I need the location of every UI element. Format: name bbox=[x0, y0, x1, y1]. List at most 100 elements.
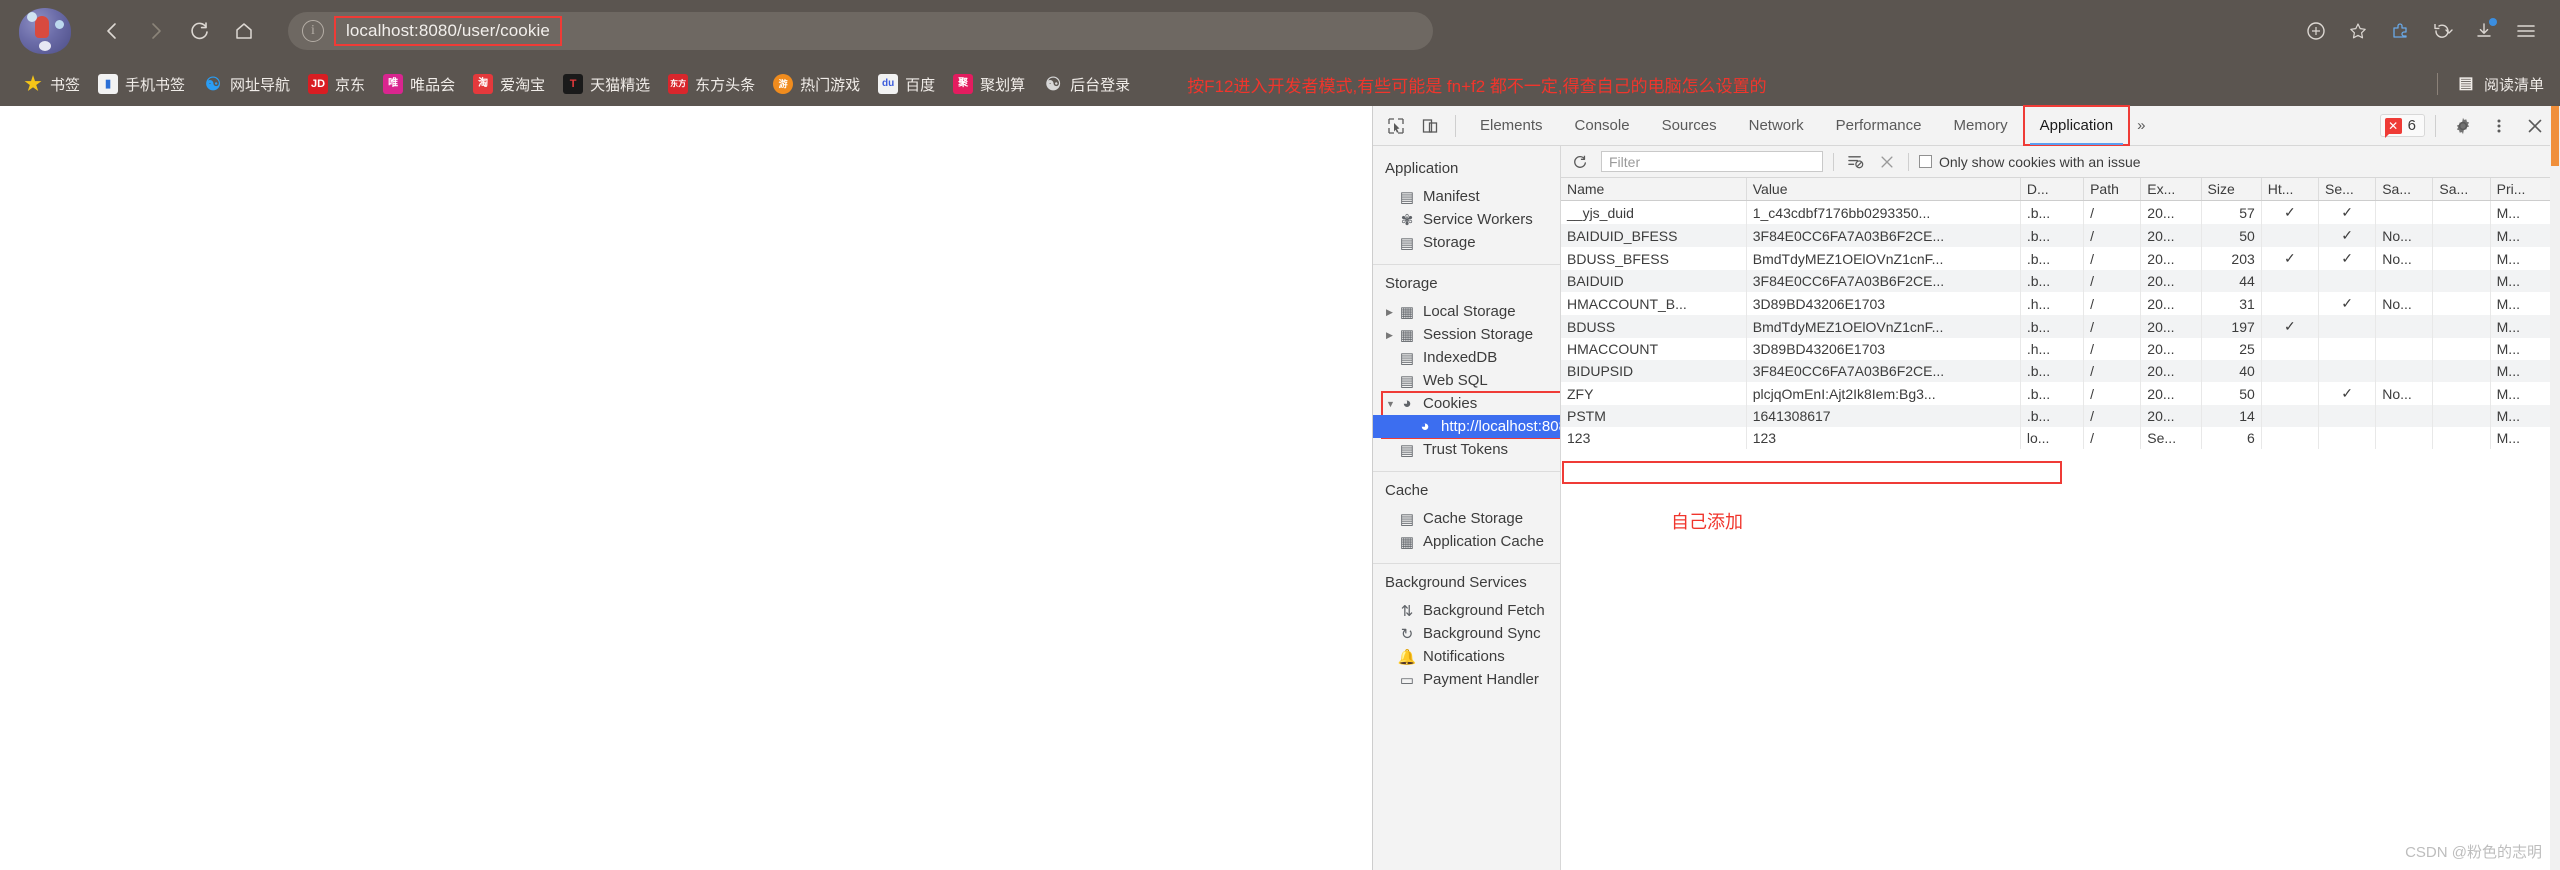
bookmark-item[interactable]: ☯ 后台登录 bbox=[1034, 67, 1139, 101]
device-toolbar-icon[interactable] bbox=[1413, 109, 1447, 143]
sidebar-item-background-sync[interactable]: ↻ Background Sync bbox=[1373, 622, 1560, 645]
tab-application[interactable]: Application bbox=[2022, 105, 2131, 146]
cell-value: BmdTdyMEZ1OElOVnZ1cnF... bbox=[1746, 247, 2021, 270]
downloads-icon[interactable] bbox=[2464, 11, 2504, 51]
tab-console[interactable]: Console bbox=[1559, 106, 1646, 145]
cell-path: / bbox=[2083, 224, 2142, 247]
refresh-icon[interactable] bbox=[1569, 151, 1591, 173]
error-count-badge[interactable]: ✕ 6 bbox=[2379, 114, 2425, 138]
bookmark-item[interactable]: 游 热门游戏 bbox=[764, 67, 869, 101]
sidebar-section-application: Application bbox=[1385, 160, 1459, 177]
cell-expires: 20... bbox=[2140, 270, 2202, 292]
sidebar-item-web-sql[interactable]: ▤ Web SQL bbox=[1373, 369, 1560, 392]
back-button[interactable] bbox=[90, 9, 134, 53]
devtools-scrollbar[interactable] bbox=[2550, 106, 2560, 870]
bookmark-item[interactable]: JD 京东 bbox=[299, 67, 374, 101]
filter-placeholder: Filter bbox=[1609, 153, 1641, 170]
share-icon[interactable] bbox=[2296, 11, 2336, 51]
cell-domain: .b... bbox=[2020, 270, 2085, 292]
tab-memory[interactable]: Memory bbox=[1938, 106, 2024, 145]
bookmark-item[interactable]: ★ 书签 bbox=[14, 67, 89, 101]
sidebar-item-notifications[interactable]: 🔔 Notifications bbox=[1373, 645, 1560, 668]
devtools-menu-icon[interactable] bbox=[2482, 109, 2516, 143]
bookmark-item[interactable]: 聚 聚划算 bbox=[944, 67, 1034, 101]
cookies-table-wrapper[interactable]: Name Value D... Path Ex... Size Ht... Se… bbox=[1561, 178, 2560, 870]
undo-history-icon[interactable] bbox=[2422, 11, 2462, 51]
table-row[interactable]: BDUSS BmdTdyMEZ1OElOVnZ1cnF... .b.../20...… bbox=[1561, 315, 2560, 338]
bookmark-item[interactable]: du 百度 bbox=[869, 67, 944, 101]
clear-filter-icon[interactable] bbox=[1844, 151, 1866, 173]
home-button[interactable] bbox=[222, 9, 266, 53]
extensions-icon[interactable] bbox=[2380, 11, 2420, 51]
tab-elements[interactable]: Elements bbox=[1464, 106, 1559, 145]
column-header-samesite[interactable]: Sa... bbox=[2375, 178, 2434, 201]
tab-performance[interactable]: Performance bbox=[1820, 106, 1938, 145]
database-icon: ▤ bbox=[1399, 372, 1415, 390]
address-bar[interactable]: i localhost:8080/user/cookie bbox=[288, 12, 1433, 50]
column-header-domain[interactable]: D... bbox=[2020, 178, 2085, 201]
cell-domain: .b... bbox=[2020, 247, 2085, 270]
table-row[interactable]: 123 123 lo... / Se... 6 M... bbox=[1561, 427, 2560, 449]
sidebar-item-local-storage[interactable]: ▶ ▦ Local Storage bbox=[1373, 300, 1560, 323]
column-header-path[interactable]: Path bbox=[2083, 178, 2142, 201]
sidebar-item-cookies[interactable]: ▼ ◕ Cookies bbox=[1373, 392, 1560, 415]
table-row[interactable]: BAIDUID_BFESS 3F84E0CC6FA7A03B6F2CE... .b.… bbox=[1561, 224, 2560, 247]
only-show-issues-checkbox[interactable]: Only show cookies with an issue bbox=[1919, 154, 2141, 170]
column-header-size[interactable]: Size bbox=[2201, 178, 2262, 201]
chevron-down-icon[interactable]: ▼ bbox=[1386, 399, 1396, 409]
chevron-right-icon[interactable]: ▶ bbox=[1386, 330, 1396, 340]
bookmark-item[interactable]: 东方 东方头条 bbox=[659, 67, 764, 101]
chevron-right-icon[interactable]: ▶ bbox=[1386, 307, 1396, 317]
bookmark-star-icon[interactable] bbox=[2338, 11, 2378, 51]
settings-gear-icon[interactable] bbox=[2446, 109, 2480, 143]
bookmark-item[interactable]: ☯ 网址导航 bbox=[194, 67, 299, 101]
bookmark-item[interactable]: ▮ 手机书签 bbox=[89, 67, 194, 101]
cell-size: 50 bbox=[2201, 382, 2262, 405]
table-row[interactable]: HMACCOUNT_B... 3D89BD43206E1703 .h.../20..… bbox=[1561, 292, 2560, 315]
column-header-value[interactable]: Value bbox=[1746, 178, 2021, 201]
tab-sources[interactable]: Sources bbox=[1646, 106, 1733, 145]
table-row[interactable]: BDUSS_BFESS BmdTdyMEZ1OElOVnZ1cnF... .b...… bbox=[1561, 247, 2560, 270]
table-row[interactable]: BAIDUID 3F84E0CC6FA7A03B6F2CE... .b.../20.… bbox=[1561, 270, 2560, 292]
bookmark-item[interactable]: 唯 唯品会 bbox=[374, 67, 464, 101]
sidebar-item-service-workers[interactable]: ✾ Service Workers bbox=[1373, 208, 1560, 231]
forward-button[interactable] bbox=[134, 9, 178, 53]
column-header-httponly[interactable]: Ht... bbox=[2261, 178, 2319, 201]
sidebar-item-indexeddb[interactable]: ▤ IndexedDB bbox=[1373, 346, 1560, 369]
more-tabs-icon[interactable]: » bbox=[2129, 117, 2153, 134]
sidebar-item-application-cache[interactable]: ▦ Application Cache bbox=[1373, 530, 1560, 553]
site-info-icon[interactable]: i bbox=[302, 20, 324, 42]
sidebar-item-storage[interactable]: ▤ Storage bbox=[1373, 231, 1560, 254]
close-devtools-icon[interactable] bbox=[2518, 109, 2552, 143]
inspect-element-icon[interactable] bbox=[1379, 109, 1413, 143]
bookmark-item[interactable]: 淘 爱淘宝 bbox=[464, 67, 554, 101]
column-header-expires[interactable]: Ex... bbox=[2140, 178, 2202, 201]
sidebar-item-payment-handler[interactable]: ▭ Payment Handler bbox=[1373, 668, 1560, 691]
table-row[interactable]: ZFY plcjqOmEnI:Ajt2Ik8Iem:Bg3... .b.../20.… bbox=[1561, 382, 2560, 405]
sidebar-item-cache-storage[interactable]: ▤ Cache Storage bbox=[1373, 507, 1560, 530]
column-header-sameparty[interactable]: Sa... bbox=[2432, 178, 2491, 201]
reload-button[interactable] bbox=[178, 9, 222, 53]
table-row[interactable]: HMACCOUNT 3D89BD43206E1703 .h.../20... 25 M.… bbox=[1561, 338, 2560, 360]
clear-all-cookies-icon[interactable] bbox=[1876, 151, 1898, 173]
bookmark-item[interactable]: T 天猫精选 bbox=[554, 67, 659, 101]
tab-network[interactable]: Network bbox=[1733, 106, 1820, 145]
sidebar-item-session-storage[interactable]: ▶ ▦ Session Storage bbox=[1373, 323, 1560, 346]
sidebar-item-background-fetch[interactable]: ⇅ Background Fetch bbox=[1373, 599, 1560, 622]
cell-samepartykey bbox=[2432, 270, 2491, 292]
column-header-secure[interactable]: Se... bbox=[2318, 178, 2377, 201]
reading-list-label[interactable]: 阅读清单 bbox=[2484, 74, 2544, 95]
sidebar-item-trust-tokens[interactable]: ▤ Trust Tokens bbox=[1373, 438, 1560, 461]
filter-input[interactable]: Filter bbox=[1601, 151, 1823, 172]
table-row[interactable]: __yjs_duid 1_c43cdbf7176bb0293350... .b...… bbox=[1561, 200, 2560, 224]
cell-samesite bbox=[2375, 338, 2434, 360]
sidebar-item-localhost-8080[interactable]: ◕ http://localhost:8080 bbox=[1373, 415, 1560, 438]
checkbox-box[interactable] bbox=[1919, 155, 1932, 168]
column-header-name[interactable]: Name bbox=[1561, 178, 1747, 201]
cell-name: BIDUPSID bbox=[1561, 360, 1747, 382]
sidebar-item-manifest[interactable]: ▤ Manifest bbox=[1373, 185, 1560, 208]
table-row[interactable]: PSTM 1641308617 .b.../20... 14 M... bbox=[1561, 405, 2560, 427]
menu-icon[interactable] bbox=[2506, 11, 2546, 51]
table-row[interactable]: BIDUPSID 3F84E0CC6FA7A03B6F2CE... .b.../20… bbox=[1561, 360, 2560, 382]
scrollbar-thumb[interactable] bbox=[2551, 106, 2559, 166]
